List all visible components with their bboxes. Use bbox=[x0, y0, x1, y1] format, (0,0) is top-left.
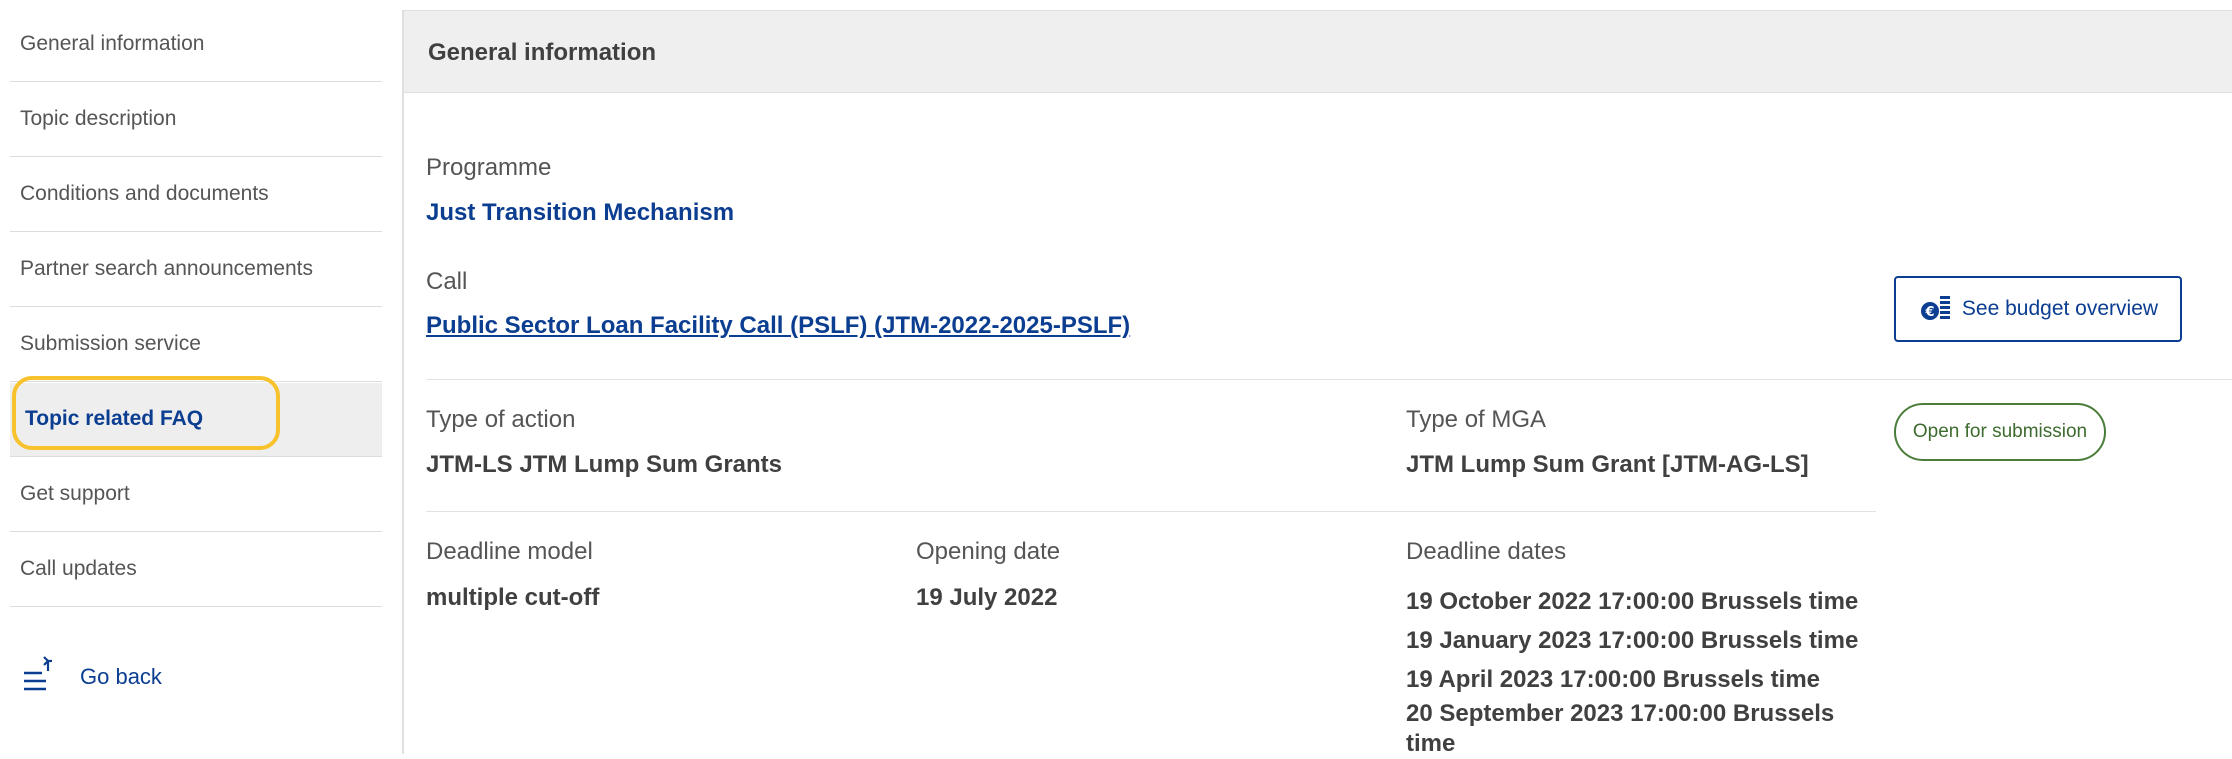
section-title: General information bbox=[428, 39, 657, 66]
sidebar-item-label: Topic related FAQ bbox=[25, 407, 204, 430]
sidebar-item-submission-service[interactable]: Submission service bbox=[10, 308, 382, 382]
deadline-dates-list: 19 October 2022 17:00:00 Brussels time 1… bbox=[1406, 582, 1876, 759]
svg-text:€: € bbox=[1924, 305, 1934, 320]
call-link[interactable]: Public Sector Loan Facility Call (PSLF) … bbox=[426, 312, 1130, 340]
call-label: Call bbox=[426, 268, 468, 295]
sidebar-item-topic-description[interactable]: Topic description bbox=[10, 83, 382, 157]
section-header: General information bbox=[404, 11, 2232, 93]
see-budget-overview-button[interactable]: € See budget overview bbox=[1894, 276, 2182, 342]
type-of-action-label: Type of action bbox=[426, 406, 576, 433]
euro-coins-icon: € bbox=[1918, 292, 1952, 327]
sidebar-item-label: Conditions and documents bbox=[20, 182, 269, 205]
divider bbox=[426, 379, 2232, 380]
sidebar-item-partner-search[interactable]: Partner search announcements bbox=[10, 233, 382, 307]
deadline-dates-label: Deadline dates bbox=[1406, 538, 1567, 565]
opening-date-value: 19 July 2022 bbox=[916, 584, 1058, 611]
opening-date-label: Opening date bbox=[916, 538, 1061, 565]
sidebar-item-get-support[interactable]: Get support bbox=[10, 458, 382, 532]
deadline-date: 20 September 2023 17:00:00 Brussels time bbox=[1406, 700, 1835, 757]
sidebar-item-label: Get support bbox=[20, 482, 130, 505]
programme-link[interactable]: Just Transition Mechanism bbox=[426, 199, 734, 227]
sidebar-nav: General information Topic description Co… bbox=[10, 0, 382, 754]
sidebar-item-conditions-and-documents[interactable]: Conditions and documents bbox=[10, 158, 382, 232]
deadline-date: 19 October 2022 17:00:00 Brussels time bbox=[1406, 588, 1859, 615]
sidebar-item-label: General information bbox=[20, 32, 205, 55]
deadline-model-value: multiple cut-off bbox=[426, 584, 600, 611]
type-of-mga-value: JTM Lump Sum Grant [JTM-AG-LS] bbox=[1406, 451, 1809, 478]
deadline-date: 19 April 2023 17:00:00 Brussels time bbox=[1406, 666, 1821, 693]
sidebar-item-label: Partner search announcements bbox=[20, 257, 314, 280]
deadline-date: 19 January 2023 17:00:00 Brussels time bbox=[1406, 627, 1859, 654]
list-back-icon bbox=[22, 655, 58, 700]
divider bbox=[426, 511, 1876, 512]
type-of-mga-label: Type of MGA bbox=[1406, 406, 1547, 433]
budget-button-label: See budget overview bbox=[1961, 297, 2159, 320]
go-back-link[interactable]: Go back bbox=[22, 652, 162, 702]
status-badge: Open for submission bbox=[1894, 403, 2106, 461]
sidebar-item-label: Topic description bbox=[20, 107, 177, 130]
programme-label: Programme bbox=[426, 154, 552, 181]
sidebar-item-label: Call updates bbox=[20, 557, 137, 580]
go-back-label: Go back bbox=[80, 664, 162, 689]
deadline-model-label: Deadline model bbox=[426, 538, 593, 565]
sidebar-item-call-updates[interactable]: Call updates bbox=[10, 533, 382, 607]
general-information-panel: General information bbox=[402, 10, 2232, 754]
type-of-action-value: JTM-LS JTM Lump Sum Grants bbox=[426, 451, 783, 478]
sidebar-item-topic-related-faq[interactable]: Topic related FAQ bbox=[10, 383, 382, 457]
sidebar-item-label: Submission service bbox=[20, 332, 201, 355]
sidebar-item-general-information[interactable]: General information bbox=[10, 8, 382, 82]
